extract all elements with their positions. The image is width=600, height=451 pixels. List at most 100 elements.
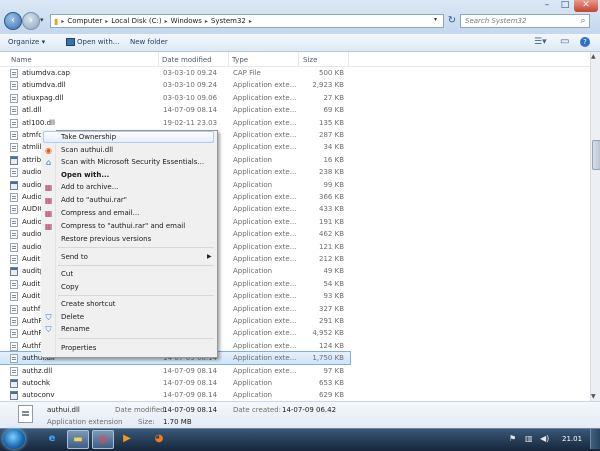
winrar-icon: ▦ [44, 222, 53, 231]
scrollbar-thumb[interactable] [592, 140, 600, 170]
internet-explorer-icon[interactable]: e [42, 430, 62, 447]
file-type: Application exte... [233, 304, 297, 313]
dll-icon [10, 118, 18, 128]
file-row[interactable]: atiumdva.cap 03-03-10 09.24 CAP File 500 KB [0, 67, 350, 79]
column-divider[interactable] [348, 52, 349, 66]
close-button[interactable]: ✕ [574, 0, 598, 12]
dll-icon [10, 193, 18, 202]
media-player-icon[interactable]: ▶ [117, 430, 137, 447]
menu-item-copy[interactable]: Copy [61, 283, 79, 291]
column-header-size[interactable]: Size [303, 56, 317, 64]
firefox-icon[interactable]: ◕ [149, 430, 169, 447]
taskbar-clock[interactable]: 21.01 [562, 435, 582, 443]
menu-item-rename[interactable]: Rename [61, 325, 90, 333]
file-size: 1,750 KB [312, 354, 344, 363]
address-history-dropdown[interactable]: ▾ [434, 16, 437, 23]
menu-item-send-to[interactable]: Send to [61, 253, 88, 261]
menu-item-delete[interactable]: Delete [61, 313, 84, 321]
column-divider[interactable] [298, 52, 299, 66]
new-folder-button[interactable]: New folder [130, 38, 168, 46]
app-icon [10, 391, 18, 401]
column-header-row [0, 52, 590, 67]
file-date: 03-03-10 09.06 [163, 93, 218, 102]
file-row[interactable]: authz.dll 14-07-09 08.14 Application exte.… [0, 365, 350, 377]
file-size: 54 KB [323, 279, 344, 288]
menu-item-compress-rar-email[interactable]: Compress to "authui.rar" and email [61, 222, 185, 230]
menu-item-open-with[interactable]: Open with... [61, 171, 109, 179]
file-type: Application exte... [233, 255, 297, 263]
file-type: Application exte... [233, 118, 297, 127]
column-header-name[interactable]: Name [11, 56, 32, 64]
address-bar[interactable]: ▮ ▸ Computer ▸ Local Disk (C:) ▸ Windows… [50, 14, 444, 28]
file-row[interactable]: autochk 14-07-09 08.14 Application 653 KB [0, 377, 350, 389]
dll-icon [10, 354, 18, 364]
menu-item-add-archive[interactable]: Add to archive... [61, 183, 118, 191]
minimize-button[interactable]: – [538, 0, 556, 12]
preview-pane-icon[interactable]: ▭ [560, 36, 569, 47]
file-type: Application exte... [233, 143, 297, 152]
menu-item-scan[interactable]: Scan authui.dll [61, 146, 113, 154]
file-name: atl100.dll [22, 118, 55, 127]
chrome-icon[interactable]: ◍ [92, 430, 114, 449]
windows-explorer-icon[interactable]: ▬ [67, 430, 89, 449]
app-icon [66, 38, 75, 46]
chevron-right-icon[interactable]: ▸ [205, 18, 208, 25]
menu-item-add-rar[interactable]: Add to "authui.rar" [61, 196, 127, 204]
forward-button[interactable]: › [22, 12, 40, 30]
dll-icon [10, 93, 18, 103]
menu-item-restore[interactable]: Restore previous versions [61, 235, 151, 243]
file-row[interactable]: atiuxpag.dll 03-03-10 09.06 Application ex… [0, 92, 350, 104]
breadcrumb-windows[interactable]: Windows [171, 17, 202, 25]
chevron-right-icon[interactable]: ▸ [165, 18, 168, 25]
chevron-right-icon[interactable]: ▸ [61, 18, 64, 25]
start-button[interactable] [3, 429, 25, 449]
file-type: Application exte... [233, 131, 297, 139]
file-row[interactable]: atl100.dll 19-02-11 23.03 Application exte… [0, 117, 350, 129]
network-icon[interactable]: ▥ [525, 434, 533, 443]
breadcrumb-computer[interactable]: Computer [67, 17, 102, 25]
menu-item-create-shortcut[interactable]: Create shortcut [61, 300, 116, 308]
file-row[interactable]: atiumdva.dll 03-03-10 09.24 Application ex… [0, 79, 350, 91]
volume-icon[interactable]: ◀) [540, 434, 549, 443]
back-button[interactable]: ‹ [4, 12, 22, 30]
scroll-down-arrow-icon[interactable]: ▼ [591, 393, 596, 400]
file-size: 238 KB [319, 168, 344, 177]
help-icon[interactable]: ? [580, 37, 590, 47]
dll-icon [10, 329, 18, 339]
file-size: 97 KB [323, 366, 344, 375]
dll-icon [10, 168, 18, 178]
recent-pages-dropdown[interactable]: ▾ [40, 16, 44, 24]
refresh-icon[interactable]: ↻ [446, 14, 458, 28]
menu-item-compress-email[interactable]: Compress and email... [61, 209, 139, 217]
breadcrumb-system32[interactable]: System32 [211, 17, 246, 25]
open-with-button[interactable]: Open with... [66, 38, 119, 46]
column-divider[interactable] [228, 52, 229, 66]
chevron-right-icon[interactable]: ▸ [249, 18, 252, 25]
show-desktop-button[interactable] [590, 429, 600, 449]
scroll-up-arrow-icon[interactable]: ▲ [591, 53, 596, 60]
winrar-icon: ▦ [44, 209, 53, 218]
app-icon [10, 155, 18, 165]
search-icon[interactable]: ⌕ [577, 14, 589, 28]
menu-item-cut[interactable]: Cut [61, 270, 73, 278]
organize-button[interactable]: Organize ▾ [8, 38, 45, 46]
menu-item-take-ownership[interactable]: Take Ownership [61, 133, 116, 141]
file-row[interactable]: atl.dll 14-07-09 08.14 Application exte...… [0, 104, 350, 116]
winrar-icon: ▦ [44, 183, 53, 192]
file-name: audio [22, 242, 42, 251]
breadcrumb-local-disk[interactable]: Local Disk (C:) [111, 17, 161, 25]
menu-item-scan-mse[interactable]: Scan with Microsoft Security Essentials.… [61, 158, 204, 166]
column-divider[interactable] [158, 52, 159, 66]
action-center-flag-icon[interactable]: ⚑ [509, 434, 516, 443]
column-header-type[interactable]: Type [232, 56, 248, 64]
file-row[interactable]: autoconv 14-07-09 08.14 Application 629 KB [0, 389, 350, 401]
winrar-icon: ▦ [44, 196, 53, 205]
maximize-button[interactable]: □ [556, 0, 574, 12]
dll-icon [10, 131, 18, 140]
menu-item-properties[interactable]: Properties [61, 344, 96, 352]
search-input[interactable]: Search System32 [460, 14, 590, 28]
vertical-scrollbar[interactable] [590, 52, 600, 401]
change-view-icon[interactable]: ☰▾ [534, 37, 547, 47]
column-header-date[interactable]: Date modified [162, 56, 212, 64]
chevron-right-icon[interactable]: ▸ [105, 18, 108, 25]
